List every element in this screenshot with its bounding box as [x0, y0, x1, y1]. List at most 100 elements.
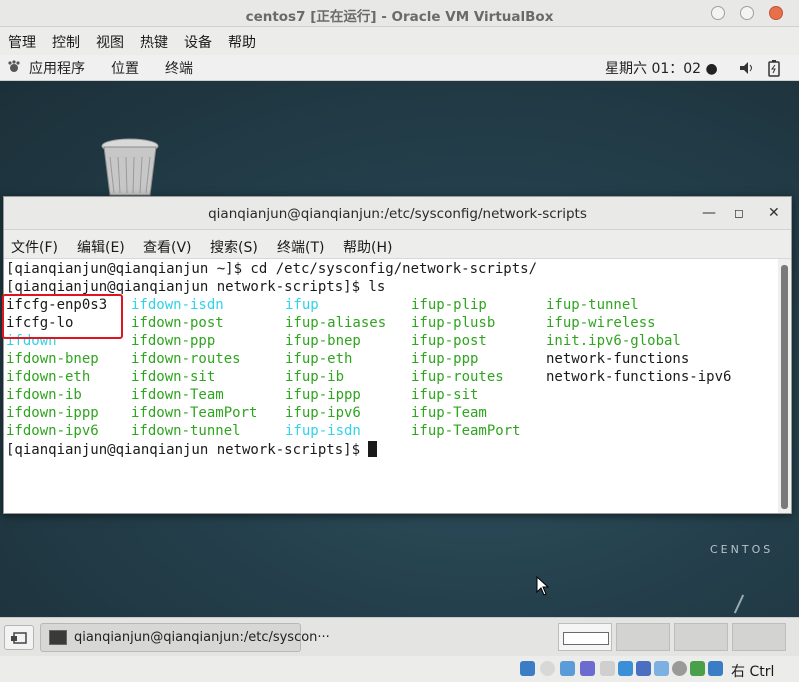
terminal-cursor [368, 441, 378, 457]
ls-entry: ifdown-bnep [6, 351, 99, 367]
ls-entry: ifdown-tunnel [131, 423, 241, 439]
clock[interactable]: 星期六 01：02 ● [605, 58, 718, 78]
audio-icon[interactable] [560, 661, 575, 676]
bottom-taskbar: qianqianjun@qianqianjun:/etc/syscon··· [0, 617, 799, 656]
ls-entry: ifdown-TeamPort [131, 405, 258, 421]
trash-icon[interactable] [100, 137, 160, 197]
centos-logo-mark [733, 594, 745, 614]
menu-hotkey[interactable]: 热键 [140, 32, 168, 52]
terminal-menu-edit[interactable]: 编辑(E) [77, 237, 125, 257]
show-desktop-button[interactable] [4, 625, 34, 650]
show-desktop-icon [11, 632, 27, 644]
recording-icon[interactable] [654, 661, 669, 676]
workspace-4[interactable] [732, 623, 786, 651]
ls-entry: ifup-tunnel [546, 297, 639, 313]
terminal-close-button[interactable]: ✕ [768, 205, 780, 221]
ls-entry: ifup-Team [411, 405, 487, 421]
terminal-menu-search[interactable]: 搜索(S) [210, 237, 258, 257]
taskbar-terminal-item[interactable]: qianqianjun@qianqianjun:/etc/syscon··· [40, 623, 330, 652]
ls-entry: init.ipv6-global [546, 333, 681, 349]
workspace-1[interactable] [558, 623, 612, 651]
host-key-label: 右 Ctrl [731, 664, 775, 680]
menu-view[interactable]: 视图 [96, 32, 124, 52]
ls-entry: ifup-plip [411, 297, 487, 313]
terminal-minimize-button[interactable]: — [702, 205, 716, 221]
ls-entry: ifup-sit [411, 387, 479, 403]
applications-menu[interactable]: 应用程序 [29, 58, 85, 78]
workspace-2[interactable] [616, 623, 670, 651]
centos-brand: CENTOS [710, 543, 774, 556]
workspace-3[interactable] [674, 623, 728, 651]
shared-folder-icon[interactable] [600, 661, 615, 676]
ls-entry: network-functions-ipv6 [546, 369, 732, 385]
terminal-menu-file[interactable]: 文件(F) [11, 237, 58, 257]
ls-entry: ifup-aliases [285, 315, 387, 331]
terminal-icon [49, 630, 67, 645]
places-menu[interactable]: 位置 [111, 58, 139, 78]
close-button[interactable] [769, 6, 783, 20]
menu-help[interactable]: 帮助 [228, 32, 256, 52]
ls-entry: ifdown-Team [131, 387, 224, 403]
gnome-foot-icon [8, 60, 20, 72]
ls-entry: ifup-ippp [285, 387, 361, 403]
terminal-prompt: [qianqianjun@qianqianjun network-scripts… [6, 442, 369, 458]
ls-entry: ifup-eth [285, 351, 353, 367]
menu-control[interactable]: 控制 [52, 32, 80, 52]
ls-entry: ifdown-isdn [131, 297, 224, 313]
ls-entry: ifdown-ppp [131, 333, 216, 349]
taskbar-item-label: qianqianjun@qianqianjun:/etc/syscon··· [74, 630, 330, 645]
ls-entry: ifdown-post [131, 315, 224, 331]
ls-entry: ifdown-routes [131, 351, 241, 367]
terminal-menubar: 文件(F) 编辑(E) 查看(V) 搜索(S) 终端(T) 帮助(H) [4, 230, 791, 259]
ls-entry: ifup-ppp [411, 351, 479, 367]
ls-entry: ifdown-ipv6 [6, 423, 99, 439]
ls-entry: ifup-routes [411, 369, 504, 385]
ls-entry: ifdown-ippp [6, 405, 99, 421]
terminal-window: qianqianjun@qianqianjun:/etc/sysconfig/n… [3, 196, 792, 514]
terminal-app-menu[interactable]: 终端 [165, 58, 193, 78]
hard-disk-icon[interactable] [520, 661, 535, 676]
menu-devices[interactable]: 设备 [184, 32, 212, 52]
terminal-titlebar: qianqianjun@qianqianjun:/etc/sysconfig/n… [4, 197, 791, 230]
terminal-maximize-button[interactable]: ◻ [734, 206, 744, 220]
ls-entry: ifup-post [411, 333, 487, 349]
terminal-menu-view[interactable]: 查看(V) [143, 237, 192, 257]
ls-entry: ifup [285, 297, 319, 313]
ls-entry: ifdown-eth [6, 369, 91, 385]
vbox-titlebar: centos7 [正在运行] - Oracle VM VirtualBox [0, 0, 799, 27]
minimize-button[interactable] [711, 6, 725, 20]
ls-entry: network-functions [546, 351, 690, 367]
ls-entry: ifup-wireless [546, 315, 656, 331]
cpu-icon[interactable] [672, 661, 687, 676]
gnome-top-bar: 应用程序 位置 终端 星期六 01：02 ● [0, 55, 799, 81]
network-icon[interactable] [636, 661, 651, 676]
battery-icon[interactable] [767, 59, 781, 77]
ls-entry: ifup-ipv6 [285, 405, 361, 421]
annotation-highlight-box [2, 294, 123, 339]
terminal-title: qianqianjun@qianqianjun:/etc/sysconfig/n… [208, 206, 587, 222]
optical-drive-icon[interactable] [540, 661, 555, 676]
ls-entry: ifup-TeamPort [411, 423, 521, 439]
keyboard-icon[interactable] [708, 661, 723, 676]
volume-icon[interactable] [738, 60, 754, 76]
maximize-button[interactable] [740, 6, 754, 20]
terminal-prompt-line: [qianqianjun@qianqianjun network-scripts… [6, 441, 378, 459]
usb-icon[interactable] [580, 661, 595, 676]
terminal-line: [qianqianjun@qianqianjun ~]$ cd /etc/sys… [6, 261, 538, 277]
ls-entry: ifup-ib [285, 369, 345, 385]
terminal-menu-help[interactable]: 帮助(H) [343, 237, 392, 257]
menu-manage[interactable]: 管理 [8, 32, 36, 52]
vbox-menubar: 管理 控制 视图 热键 设备 帮助 [0, 27, 799, 55]
ls-entry: ifdown-sit [131, 369, 216, 385]
ls-entry: ifup-isdn [285, 423, 361, 439]
mouse-integration-icon[interactable] [690, 661, 705, 676]
mouse-pointer-icon [536, 576, 550, 596]
terminal-scrollbar-thumb[interactable] [781, 265, 788, 509]
ls-entry: ifup-plusb [411, 315, 496, 331]
vbox-status-bar: 右 Ctrl [0, 656, 799, 682]
ls-entry: ifup-bnep [285, 333, 361, 349]
display-icon[interactable] [618, 661, 633, 676]
ls-entry: ifdown-ib [6, 387, 82, 403]
window-title: centos7 [正在运行] - Oracle VM VirtualBox [245, 9, 554, 25]
terminal-menu-terminal[interactable]: 终端(T) [277, 237, 324, 257]
